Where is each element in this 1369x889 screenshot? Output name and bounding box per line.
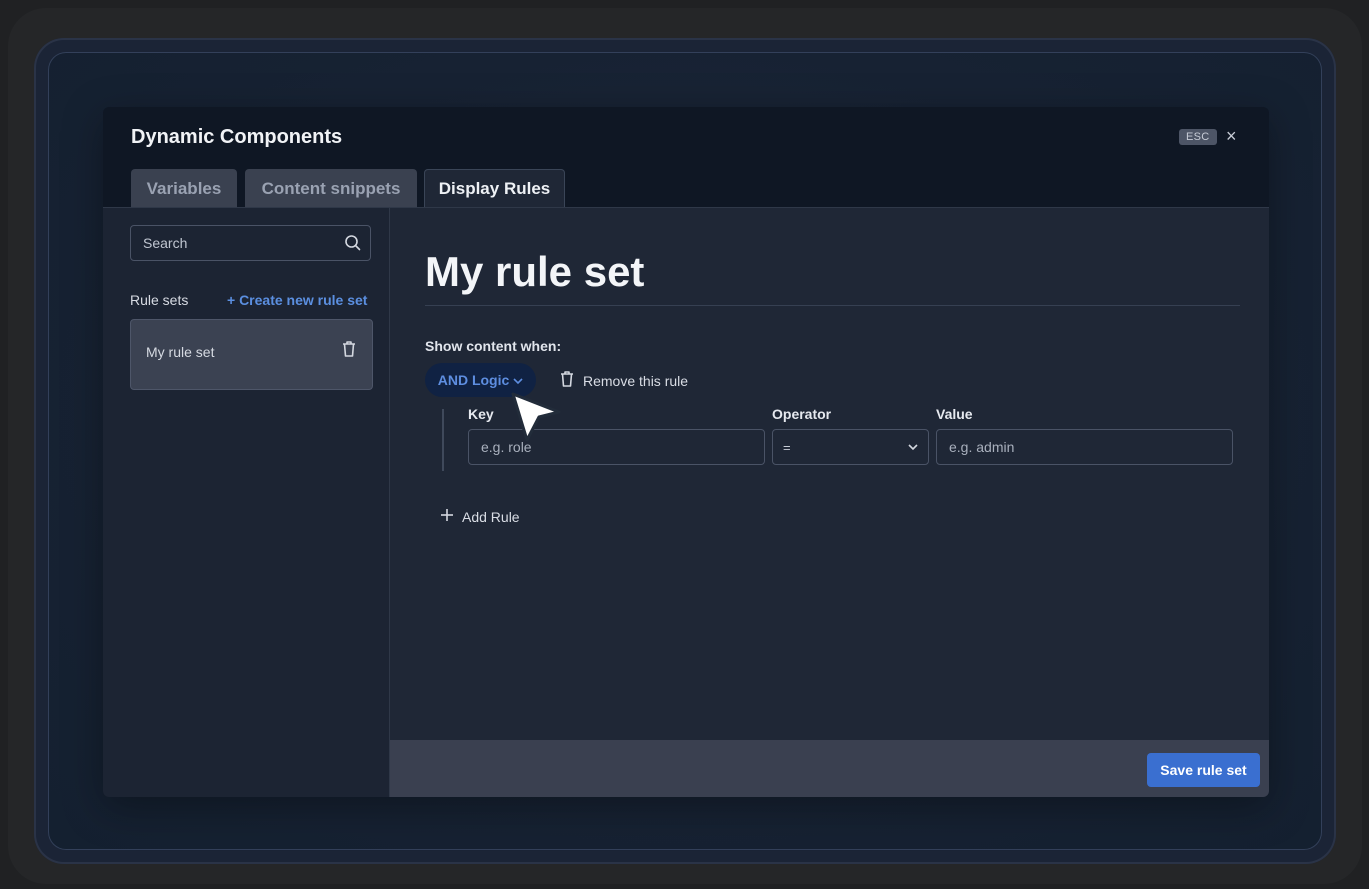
value-label: Value <box>936 406 973 422</box>
trash-icon <box>559 370 575 391</box>
rule-sets-label: Rule sets <box>130 292 189 308</box>
esc-badge: ESC <box>1179 129 1217 145</box>
operator-select[interactable]: = <box>772 429 929 465</box>
value-field[interactable] <box>936 429 1233 465</box>
mouse-pointer-icon <box>507 390 567 451</box>
search-box[interactable] <box>130 225 371 261</box>
operator-label: Operator <box>772 406 832 422</box>
remove-rule-button[interactable]: Remove this rule <box>559 370 688 391</box>
add-rule-label: Add Rule <box>462 508 520 525</box>
rule-set-item-label: My rule set <box>146 344 215 360</box>
chevron-down-icon <box>513 372 523 388</box>
sidebar: Rule sets + Create new rule set My rule … <box>103 208 389 797</box>
key-label: Key <box>468 406 494 422</box>
remove-rule-label: Remove this rule <box>583 372 689 389</box>
modal-footer: Save rule set <box>390 740 1269 797</box>
rule-set-item[interactable]: My rule set <box>130 319 373 390</box>
value-input[interactable] <box>947 438 1222 456</box>
tab-variables[interactable]: Variables <box>131 169 237 208</box>
modal-title: Dynamic Components <box>131 126 343 148</box>
create-rule-set-link[interactable]: + Create new rule set <box>227 292 367 308</box>
search-input[interactable] <box>141 234 335 252</box>
chevron-down-icon <box>908 438 918 456</box>
close-icon[interactable]: × <box>1226 126 1237 147</box>
tab-content-snippets[interactable]: Content snippets <box>245 169 417 208</box>
plus-icon <box>440 508 454 525</box>
trash-icon[interactable] <box>341 340 357 363</box>
title-divider <box>425 305 1240 306</box>
tab-display-rules[interactable]: Display Rules <box>424 169 565 208</box>
add-rule-button[interactable]: Add Rule <box>440 508 520 525</box>
operator-value: = <box>783 439 791 455</box>
page-title: My rule set <box>425 248 645 295</box>
logic-dropdown-label: AND Logic <box>437 372 510 388</box>
show-content-label: Show content when: <box>425 338 562 354</box>
search-icon[interactable] <box>344 234 362 257</box>
rule-group-bar <box>442 409 444 471</box>
rule-editor-panel: My rule set Show content when: AND Logic… <box>390 208 1269 740</box>
dynamic-components-modal: Dynamic Components ESC × Variables Conte… <box>103 107 1269 797</box>
save-rule-set-button[interactable]: Save rule set <box>1147 753 1260 787</box>
